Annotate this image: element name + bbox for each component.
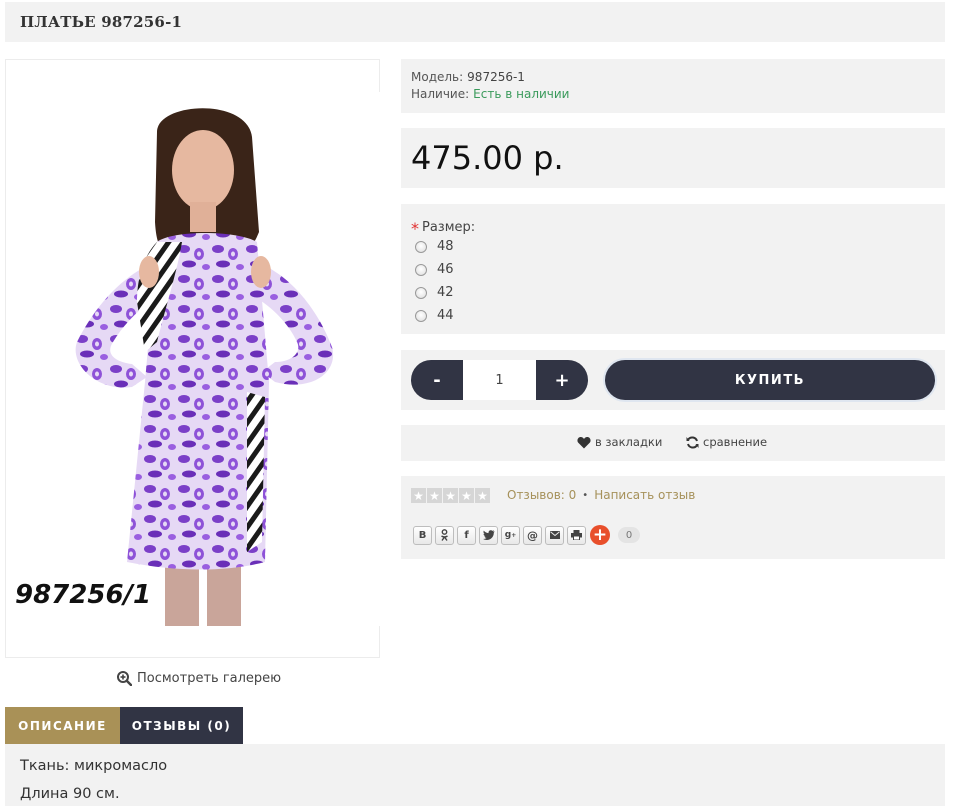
size-option-44[interactable]: 44 xyxy=(415,308,454,323)
model-row: Модель: 987256-1 xyxy=(411,70,525,84)
star-icon: ★ xyxy=(411,488,426,503)
wishlist-compare-box: в закладки сравнение xyxy=(401,425,945,461)
size-value: 42 xyxy=(437,285,454,300)
availability-value: Есть в наличии xyxy=(473,87,570,101)
zoom-in-icon xyxy=(117,671,132,686)
email-icon[interactable] xyxy=(545,525,564,545)
product-image-frame[interactable]: 987256/1 xyxy=(5,59,380,658)
share-count-badge: 0 xyxy=(618,527,640,543)
product-info-box: Модель: 987256-1 Наличие: Есть в наличии xyxy=(401,59,945,113)
odnoklassniki-icon[interactable] xyxy=(435,525,454,545)
add-to-wishlist-link[interactable]: в закладки xyxy=(577,435,662,449)
quantity-decrease-button[interactable]: - xyxy=(411,360,463,400)
size-option-48[interactable]: 48 xyxy=(415,239,454,254)
price-box: 475.00 р. xyxy=(401,128,945,188)
photo-code-label: 987256/1 xyxy=(15,580,152,610)
description-panel: Ткань: микромасло Длина 90 см. xyxy=(5,744,945,806)
size-radio[interactable] xyxy=(415,240,427,253)
star-icon: ★ xyxy=(475,488,490,503)
size-value: 46 xyxy=(437,262,454,277)
quantity-input[interactable] xyxy=(463,360,536,400)
buy-button[interactable]: КУПИТЬ xyxy=(605,360,935,400)
rating-stars: ★ ★ ★ ★ ★ xyxy=(411,488,490,503)
heart-icon xyxy=(577,436,591,448)
facebook-icon[interactable]: f xyxy=(457,525,476,545)
availability-row: Наличие: Есть в наличии xyxy=(411,87,569,101)
write-review-link[interactable]: Написать отзыв xyxy=(594,488,695,502)
star-icon: ★ xyxy=(427,488,442,503)
page-title: ПЛАТЬЕ 987256-1 xyxy=(20,13,183,31)
product-image[interactable]: 987256/1 xyxy=(7,92,380,626)
tab-description[interactable]: ОПИСАНИЕ xyxy=(5,707,120,744)
product-price: 475.00 р. xyxy=(411,139,564,177)
model-label: Модель: xyxy=(411,70,464,84)
dress-photo xyxy=(75,108,334,626)
twitter-icon[interactable] xyxy=(479,525,498,545)
view-gallery-link[interactable]: Посмотреть галерею xyxy=(117,671,281,686)
product-title-bar: ПЛАТЬЕ 987256-1 xyxy=(5,2,945,42)
description-line: Длина 90 см. xyxy=(20,786,120,802)
add-to-cart-box: - + КУПИТЬ xyxy=(401,350,945,410)
size-option-42[interactable]: 42 xyxy=(415,285,454,300)
availability-label: Наличие: xyxy=(411,87,470,101)
size-radio[interactable] xyxy=(415,263,427,276)
size-value: 48 xyxy=(437,239,454,254)
vk-icon[interactable]: B xyxy=(413,525,432,545)
quantity-increase-button[interactable]: + xyxy=(536,360,588,400)
size-options-box: * Размер: 48 46 42 44 xyxy=(401,204,945,334)
view-gallery-label: Посмотреть галерею xyxy=(137,671,282,686)
size-value: 44 xyxy=(437,308,454,323)
google-plus-icon[interactable]: g + xyxy=(501,525,520,545)
add-to-compare-link[interactable]: сравнение xyxy=(686,435,767,449)
description-line: Ткань: микромасло xyxy=(20,758,168,774)
reviews-links: Отзывов: 0 • Написать отзыв xyxy=(507,488,695,502)
tab-reviews[interactable]: ОТЗЫВЫ (0) xyxy=(120,707,243,744)
size-option-label: * Размер: xyxy=(411,216,476,238)
size-radio[interactable] xyxy=(415,309,427,322)
refresh-icon xyxy=(686,436,699,448)
reviews-share-box: ★ ★ ★ ★ ★ Отзывов: 0 • Написать отзыв B … xyxy=(401,476,945,559)
wishlist-label: в закладки xyxy=(595,435,663,449)
size-radio[interactable] xyxy=(415,286,427,299)
share-more-plus-icon[interactable]: + xyxy=(590,525,610,545)
star-icon: ★ xyxy=(459,488,474,503)
star-icon: ★ xyxy=(443,488,458,503)
compare-label: сравнение xyxy=(703,435,768,449)
required-mark: * xyxy=(411,219,419,238)
separator-dot: • xyxy=(582,489,589,501)
print-icon[interactable] xyxy=(567,525,586,545)
share-buttons: B f g + @ + 0 xyxy=(413,525,640,545)
reviews-count-link[interactable]: Отзывов: 0 xyxy=(507,488,576,502)
mail-ru-icon[interactable]: @ xyxy=(523,525,542,545)
model-value: 987256-1 xyxy=(467,70,525,84)
size-label-text: Размер: xyxy=(422,220,476,235)
size-option-46[interactable]: 46 xyxy=(415,262,454,277)
